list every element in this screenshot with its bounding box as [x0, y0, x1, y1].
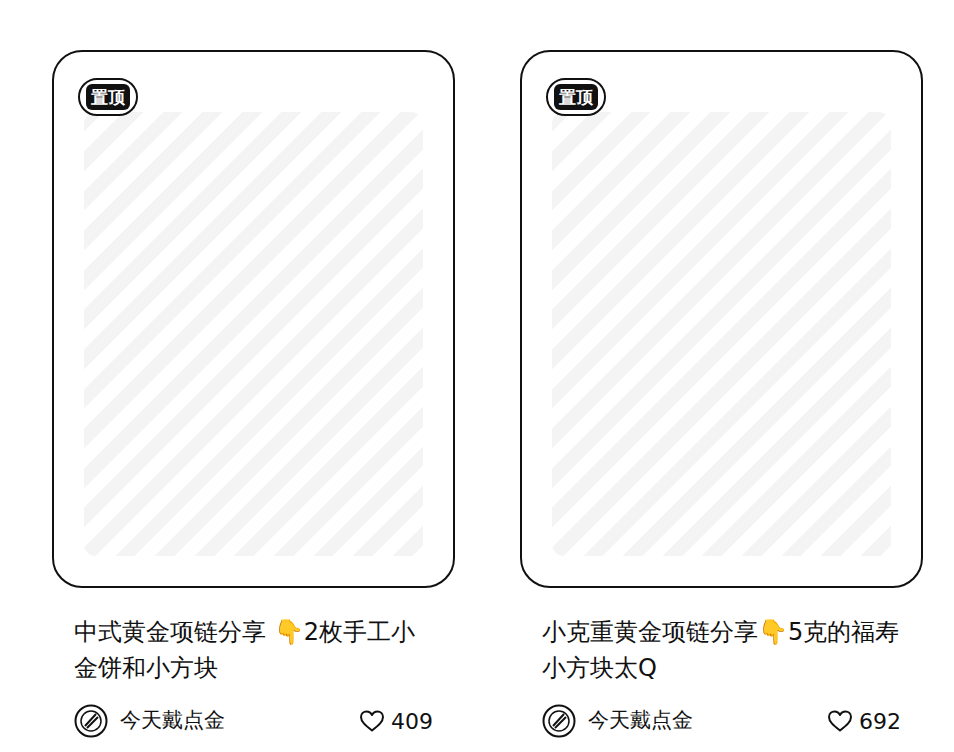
post-card[interactable]: 置顶小克重黄金项链分享👇5克的福寿小方块太Q 今天戴点金 692 — [520, 50, 923, 738]
post-feed: 置顶中式黄金项链分享 👇2枚手工小金饼和小方块今天戴点金 409 置顶小克重黄金项链… — [0, 0, 954, 738]
post-title[interactable]: 中式黄金项链分享 👇2枚手工小金饼和小方块 — [52, 614, 455, 686]
like-count: 692 — [859, 705, 901, 738]
author-name[interactable]: 今天戴点金 — [588, 705, 815, 737]
author-name[interactable]: 今天戴点金 — [120, 705, 347, 737]
pinned-badge: 置顶 — [78, 78, 138, 116]
like-count: 409 — [391, 705, 433, 738]
like-button[interactable]: 409 — [359, 705, 433, 738]
heart-icon[interactable] — [827, 709, 853, 733]
author-row: 今天戴点金 692 — [520, 704, 923, 738]
pinned-label: 置顶 — [86, 84, 130, 110]
photo-placeholder — [84, 112, 423, 556]
photo-placeholder — [552, 112, 891, 556]
like-button[interactable]: 692 — [827, 705, 901, 738]
heart-icon[interactable] — [359, 709, 385, 733]
author-row: 今天戴点金 409 — [52, 704, 455, 738]
avatar-icon[interactable] — [74, 704, 108, 738]
avatar-icon[interactable] — [542, 704, 576, 738]
post-title[interactable]: 小克重黄金项链分享👇5克的福寿小方块太Q — [520, 614, 923, 686]
post-card[interactable]: 置顶中式黄金项链分享 👇2枚手工小金饼和小方块今天戴点金 409 — [52, 50, 455, 738]
pinned-label: 置顶 — [554, 84, 598, 110]
post-image[interactable]: 置顶 — [52, 50, 455, 588]
post-image[interactable]: 置顶 — [520, 50, 923, 588]
pinned-badge: 置顶 — [546, 78, 606, 116]
